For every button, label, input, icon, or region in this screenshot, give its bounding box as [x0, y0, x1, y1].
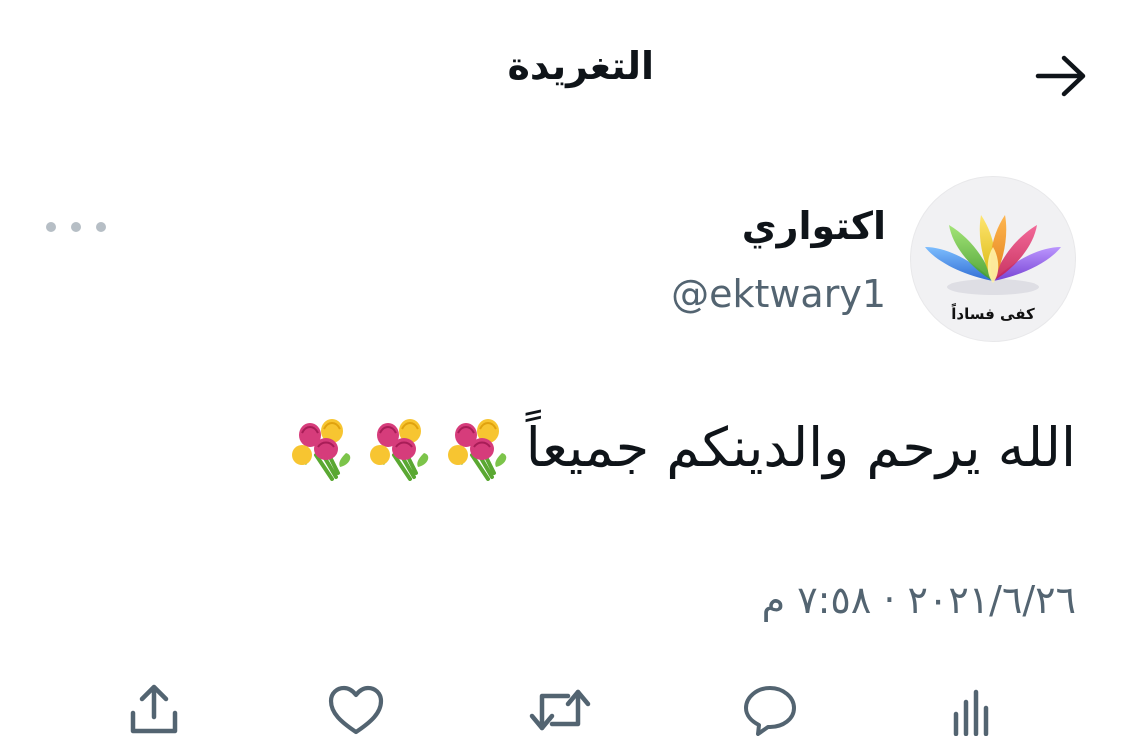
author-handle[interactable]: @ektwary1 [671, 272, 886, 316]
bouquet-emoji [369, 419, 428, 481]
share-button[interactable] [122, 678, 186, 742]
retweet-icon [529, 689, 591, 731]
reply-icon [744, 686, 796, 736]
more-dots-icon [71, 222, 81, 232]
retweet-button[interactable] [528, 678, 592, 742]
bouquet-emoji [291, 419, 350, 481]
emoji-group [288, 415, 514, 481]
author-display-name[interactable]: اكتواري [742, 204, 886, 248]
analytics-button[interactable] [938, 678, 1002, 742]
avatar[interactable]: كفى فساداً [910, 176, 1076, 342]
reply-button[interactable] [738, 678, 802, 742]
tweet-author: كفى فساداً اكتواري @ektwary1 [0, 174, 1124, 344]
tweet-timestamp[interactable]: ٢٠٢١/٦/٢٦ · ٧:٥٨ م [762, 578, 1076, 622]
like-button[interactable] [324, 678, 388, 742]
analytics-icon [953, 689, 989, 736]
more-dots-icon [46, 222, 56, 232]
tweet-text: الله يرحم والدينكم جميعاً [525, 416, 1076, 479]
tweet-content: الله يرحم والدينكم جميعاً [288, 408, 1076, 488]
like-icon [328, 685, 384, 735]
more-options-button[interactable] [46, 212, 106, 242]
avatar-caption: كفى فساداً [951, 305, 1035, 323]
bouquet-emoji [447, 419, 506, 481]
share-icon [130, 684, 178, 734]
arrow-right-icon [1035, 55, 1086, 97]
more-dots-icon [96, 222, 106, 232]
tweet-actions [0, 670, 1124, 744]
top-bar: التغريدة [0, 30, 1124, 114]
page-title: التغريدة [507, 44, 654, 88]
back-button[interactable] [1030, 48, 1094, 104]
